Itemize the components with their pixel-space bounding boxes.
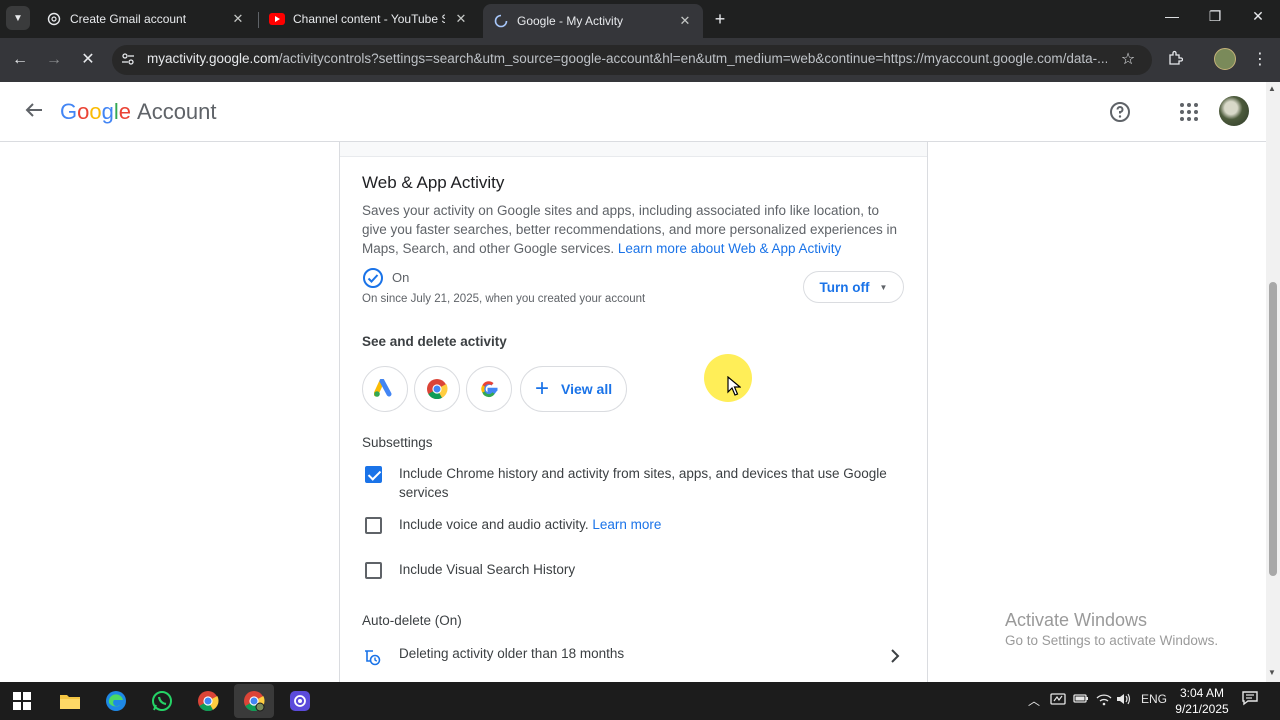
chevron-right-icon[interactable] (888, 646, 902, 666)
new-tab-button[interactable]: + (710, 9, 730, 29)
learn-more-link[interactable]: Learn more about Web & App Activity (618, 241, 841, 256)
turn-off-label: Turn off (819, 279, 870, 295)
logo-letter: g (101, 99, 114, 124)
tray-app-icon[interactable] (1050, 692, 1066, 709)
subsettings-heading: Subsettings (362, 435, 433, 450)
bookmark-star-icon[interactable]: ☆ (1117, 50, 1139, 70)
chrome-button[interactable] (414, 366, 460, 412)
voice-audio-checkbox[interactable] (365, 517, 382, 534)
edge-icon[interactable] (96, 684, 136, 718)
autodelete-heading: Auto-delete (On) (362, 613, 462, 628)
browser-menu-icon[interactable]: ⋮ (1249, 50, 1271, 70)
chrome-history-checkbox[interactable] (365, 466, 382, 483)
account-avatar[interactable] (1219, 96, 1249, 126)
scroll-up-icon[interactable]: ▲ (1268, 84, 1276, 93)
plus-icon: + (535, 375, 550, 402)
tab-search-chevron-icon[interactable]: ▼ (6, 6, 30, 30)
logo-letter: G (60, 99, 78, 124)
forward-icon[interactable]: → (43, 50, 65, 70)
tab-create-gmail[interactable]: Create Gmail account ✕ (36, 0, 256, 38)
whatsapp-icon[interactable] (142, 684, 182, 718)
close-window-icon[interactable]: ✕ (1248, 8, 1268, 25)
clock-time: 3:04 AM (1179, 686, 1225, 700)
extensions-icon[interactable] (1164, 50, 1186, 72)
turn-off-button[interactable]: Turn off ▼ (803, 271, 904, 303)
google-ads-button[interactable] (362, 366, 408, 412)
chrome-icon[interactable] (188, 684, 228, 718)
activate-windows-title: Activate Windows (1005, 610, 1148, 630)
chrome-profile-icon[interactable] (234, 684, 274, 718)
card-top-band (340, 142, 927, 157)
tab-close-icon[interactable]: ✕ (453, 11, 469, 27)
status-check-icon (363, 268, 383, 288)
file-explorer-icon[interactable] (50, 684, 90, 718)
voice-learn-more-link[interactable]: Learn more (592, 517, 661, 532)
visual-search-checkbox[interactable] (365, 562, 382, 579)
logo-letter: o (77, 99, 90, 124)
tab-close-icon[interactable]: ✕ (230, 11, 246, 27)
caret-down-icon: ▼ (879, 282, 888, 292)
google-apps-icon[interactable] (1180, 103, 1198, 121)
mouse-pointer-icon (727, 376, 741, 396)
voice-audio-label: Include voice and audio activity. Learn … (399, 515, 899, 534)
volume-icon[interactable] (1116, 692, 1132, 709)
notification-icon[interactable] (1241, 690, 1259, 709)
tab-title: Create Gmail account (70, 12, 187, 26)
chatgpt-icon (46, 11, 62, 27)
tab-title: Channel content - YouTube Studio (293, 12, 445, 26)
status-since: On since July 21, 2025, when you created… (362, 293, 646, 305)
battery-icon[interactable] (1073, 692, 1089, 707)
site-settings-icon[interactable] (120, 51, 136, 67)
autodelete-row[interactable]: Deleting activity older than 18 months (399, 646, 624, 661)
language-indicator[interactable]: ENG (1141, 692, 1167, 706)
section-title: Web & App Activity (362, 173, 505, 192)
stop-loading-icon[interactable]: ✕ (77, 50, 99, 70)
url-host: myactivity.google.com (147, 51, 279, 66)
wifi-icon[interactable] (1096, 692, 1112, 709)
youtube-icon (269, 11, 285, 27)
scroll-down-icon[interactable]: ▼ (1268, 668, 1276, 677)
logo-letter: o (89, 99, 102, 124)
google-icon (481, 381, 498, 398)
tab-my-activity[interactable]: Google - My Activity ✕ (483, 4, 703, 38)
url-text[interactable]: myactivity.google.com/activitycontrols?s… (147, 51, 1107, 66)
clock-date: 9/21/2025 (1175, 702, 1229, 716)
logo-letter: e (118, 99, 132, 124)
help-icon[interactable] (1108, 100, 1132, 124)
visual-search-label: Include Visual Search History (399, 562, 576, 577)
section-description: Saves your activity on Google sites and … (362, 201, 902, 258)
screen-recorder-icon[interactable] (280, 684, 320, 718)
url-path: /activitycontrols?settings=search&utm_so… (278, 51, 1107, 66)
back-arrow-icon[interactable] (22, 98, 46, 122)
logo-suffix: Account (137, 99, 217, 124)
tab-youtube-studio[interactable]: Channel content - YouTube Studio ✕ (259, 0, 479, 38)
see-delete-heading: See and delete activity (362, 334, 507, 349)
restore-icon[interactable]: ❐ (1205, 8, 1225, 25)
status-label: On (392, 270, 410, 285)
google-search-button[interactable] (466, 366, 512, 412)
tab-close-icon[interactable]: ✕ (677, 13, 693, 29)
tab-title: Google - My Activity (517, 14, 624, 28)
view-all-label: View all (561, 381, 613, 397)
minimize-icon[interactable]: — (1162, 8, 1182, 24)
chrome-history-label: Include Chrome history and activity from… (399, 466, 887, 500)
back-icon[interactable]: ← (9, 50, 31, 70)
voice-audio-text: Include voice and audio activity. (399, 517, 589, 532)
scrollbar-thumb[interactable] (1269, 282, 1277, 576)
profile-avatar[interactable] (1214, 48, 1236, 70)
chrome-icon (427, 379, 448, 400)
loading-icon (493, 13, 509, 29)
view-all-button[interactable]: + View all (520, 366, 627, 412)
windows-start-icon[interactable] (2, 684, 42, 718)
google-ads-icon (374, 379, 392, 397)
tray-chevron-icon[interactable]: ︿ (1028, 692, 1040, 709)
auto-delete-icon (365, 650, 381, 666)
system-clock[interactable]: 3:04 AM 9/21/2025 (1170, 685, 1234, 717)
activate-windows-subtitle: Go to Settings to activate Windows. (1005, 633, 1219, 648)
google-account-logo[interactable]: Google Account (60, 99, 217, 125)
